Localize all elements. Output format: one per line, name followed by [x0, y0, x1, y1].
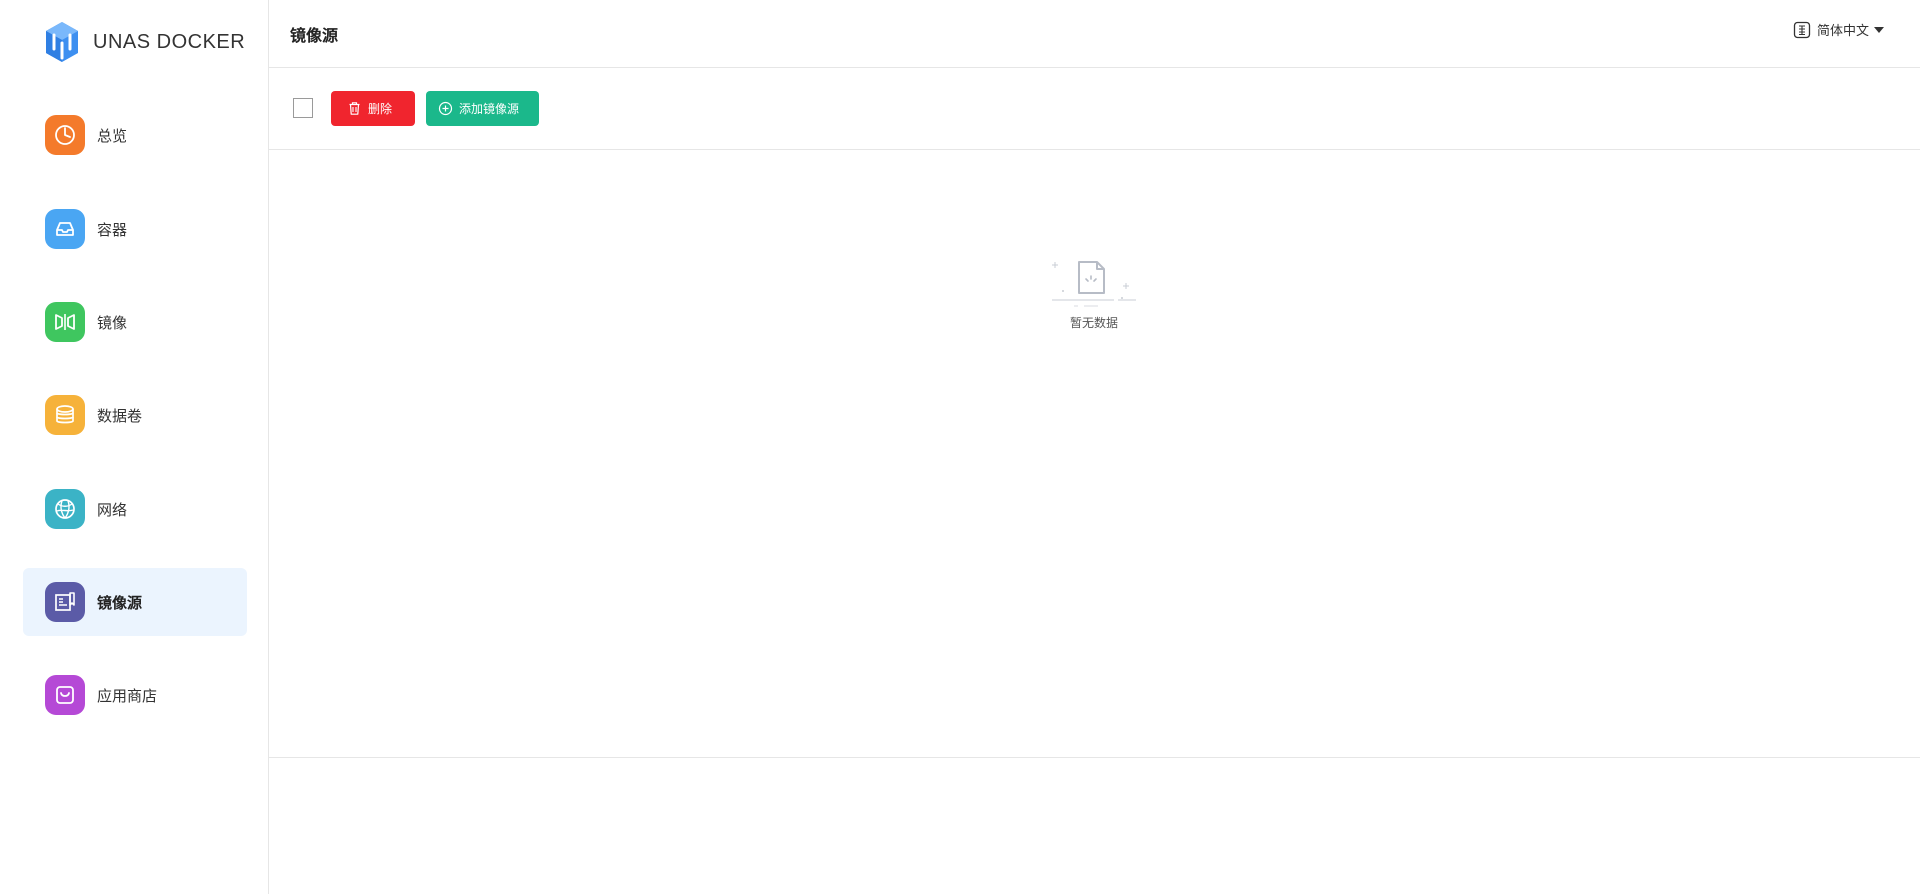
registry-list: 暂无数据 [269, 150, 1920, 758]
inbox-icon [45, 209, 85, 249]
mirror-icon [45, 302, 85, 342]
chevron-down-icon [1874, 26, 1884, 33]
trash-icon [349, 102, 360, 115]
sidebar-item-volumes[interactable]: 数据卷 [23, 381, 247, 449]
empty-state-text: 暂无数据 [1069, 316, 1118, 330]
sidebar-item-containers[interactable]: 容器 [23, 195, 247, 263]
empty-state: 暂无数据 [1044, 258, 1144, 331]
dashboard-icon [45, 115, 85, 155]
delete-button[interactable]: 删除 [331, 91, 415, 126]
top-header: 镜像源 简体中文 [269, 0, 1920, 68]
sidebar-item-label: 数据卷 [97, 406, 143, 425]
sidebar-item-label: 网络 [97, 500, 128, 519]
database-icon [45, 395, 85, 435]
sidebar-item-label: 镜像 [97, 313, 128, 332]
sidebar-item-label: 容器 [97, 220, 128, 239]
sidebar: UNAS DOCKER 总览 容器 镜像 数据卷 网络 镜像源 应用商店 [0, 0, 269, 894]
select-all-checkbox[interactable] [293, 98, 313, 118]
store-bag-icon [45, 675, 85, 715]
logo-cube-icon [46, 22, 78, 62]
sidebar-item-registry[interactable]: 镜像源 [23, 568, 247, 636]
language-switcher[interactable]: 简体中文 [1793, 20, 1884, 39]
add-registry-button-label: 添加镜像源 [459, 102, 520, 116]
empty-document-icon [1052, 261, 1136, 307]
app-brand-name: UNAS DOCKER [93, 30, 246, 53]
sidebar-item-label: 应用商店 [97, 686, 158, 705]
language-icon [1793, 21, 1811, 38]
globe-icon [45, 489, 85, 529]
add-registry-button[interactable]: 添加镜像源 [426, 91, 539, 126]
sidebar-item-label: 镜像源 [97, 593, 143, 612]
page-title: 镜像源 [290, 26, 339, 45]
sidebar-item-app-store[interactable]: 应用商店 [23, 661, 247, 729]
app-logo[interactable]: UNAS DOCKER [38, 18, 245, 66]
language-label: 简体中文 [1816, 24, 1869, 39]
sidebar-item-label: 总览 [97, 126, 128, 145]
delete-button-label: 删除 [368, 102, 393, 116]
sidebar-item-images[interactable]: 镜像 [23, 288, 247, 356]
registry-icon [45, 582, 85, 622]
toolbar: 删除 添加镜像源 [269, 68, 1920, 150]
plus-circle-icon [438, 101, 453, 116]
sidebar-item-network[interactable]: 网络 [23, 475, 247, 543]
sidebar-item-overview[interactable]: 总览 [23, 101, 247, 169]
